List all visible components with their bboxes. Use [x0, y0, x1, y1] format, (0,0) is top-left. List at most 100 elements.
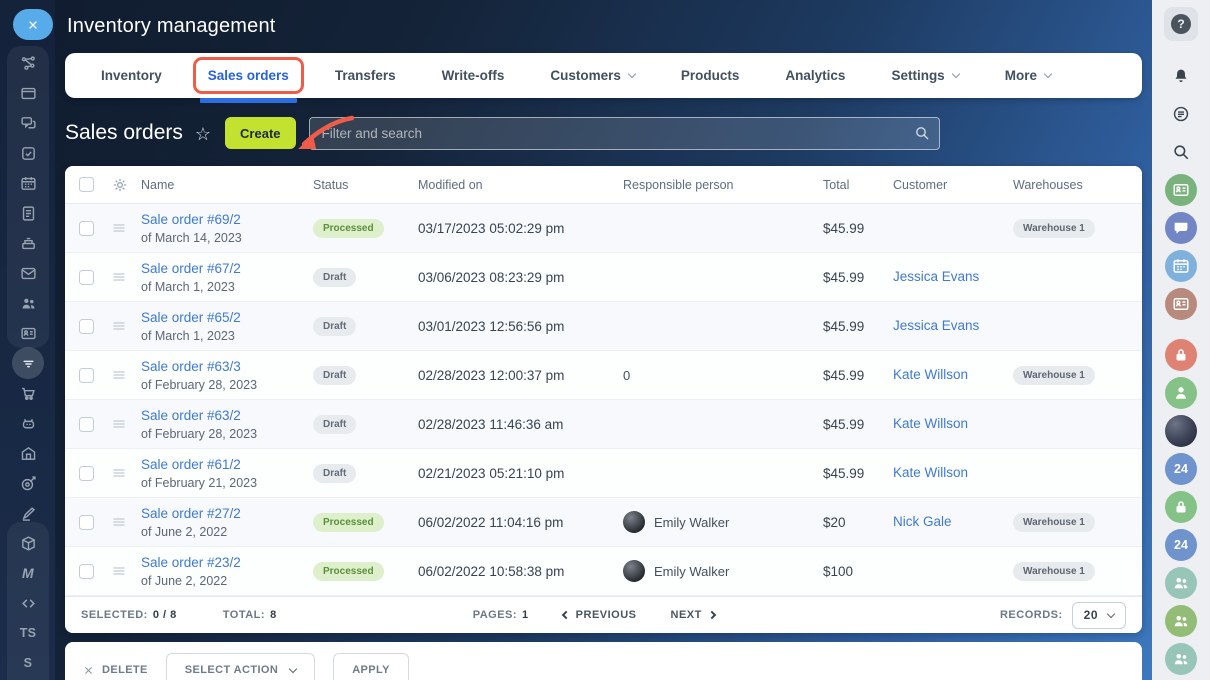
- customer-link[interactable]: Jessica Evans: [893, 318, 979, 333]
- s-module-icon[interactable]: S: [8, 648, 48, 678]
- tab-settings[interactable]: Settings: [891, 53, 958, 98]
- tab-more[interactable]: More: [1005, 53, 1051, 98]
- calendar-widget[interactable]: [1165, 250, 1197, 282]
- panel-close-button[interactable]: [13, 9, 53, 40]
- order-link[interactable]: Sale order #69/2: [141, 212, 241, 227]
- gear-icon[interactable]: [111, 176, 129, 194]
- row-checkbox[interactable]: [79, 417, 94, 432]
- signature-icon[interactable]: [8, 498, 48, 528]
- contact-card-widget[interactable]: [1165, 288, 1197, 320]
- contact-card-widget[interactable]: [1165, 174, 1197, 206]
- lock-widget[interactable]: [1165, 339, 1197, 371]
- tasks-icon[interactable]: [8, 138, 48, 168]
- order-link[interactable]: Sale order #65/2: [141, 310, 241, 325]
- chevron-down-icon: [1044, 70, 1052, 78]
- column-header-warehouses[interactable]: Warehouses: [1013, 178, 1142, 192]
- order-link[interactable]: Sale order #27/2: [141, 506, 241, 521]
- row-checkbox[interactable]: [79, 270, 94, 285]
- help-button[interactable]: ?: [1164, 7, 1198, 41]
- drag-handle-icon[interactable]: [111, 416, 127, 432]
- tab-transfers[interactable]: Transfers: [335, 53, 396, 98]
- column-header-modified-on[interactable]: Modified on: [418, 178, 623, 192]
- group-widget[interactable]: [1165, 567, 1197, 599]
- row-checkbox[interactable]: [79, 564, 94, 579]
- tab-inventory[interactable]: Inventory: [101, 53, 162, 98]
- browser-icon[interactable]: [8, 78, 48, 108]
- column-header-name[interactable]: Name: [141, 178, 313, 192]
- contacts-icon[interactable]: [8, 318, 48, 348]
- automation-icon[interactable]: [8, 408, 48, 438]
- row-checkbox[interactable]: [79, 368, 94, 383]
- drag-handle-icon[interactable]: [111, 367, 127, 383]
- user-widget[interactable]: [1165, 377, 1197, 409]
- badge-24-widget[interactable]: 24: [1165, 453, 1197, 485]
- drag-handle-icon[interactable]: [111, 318, 127, 334]
- group-widget[interactable]: [1165, 605, 1197, 637]
- column-header-total[interactable]: Total: [823, 178, 893, 192]
- drag-handle-icon[interactable]: [111, 465, 127, 481]
- inventory-icon[interactable]: [8, 348, 48, 378]
- row-checkbox[interactable]: [79, 466, 94, 481]
- tab-sales-orders[interactable]: Sales orders: [208, 53, 289, 98]
- network-icon[interactable]: [8, 48, 48, 78]
- drag-handle-icon[interactable]: [111, 514, 127, 530]
- records-select[interactable]: 20: [1072, 602, 1126, 629]
- calendar-icon[interactable]: [8, 168, 48, 198]
- row-checkbox[interactable]: [79, 319, 94, 334]
- warehouse-icon[interactable]: [8, 438, 48, 468]
- ts-module-icon[interactable]: TS: [8, 618, 48, 648]
- user-avatar[interactable]: [1165, 415, 1197, 447]
- chat-icon[interactable]: [8, 108, 48, 138]
- cart-icon[interactable]: [8, 378, 48, 408]
- tab-analytics[interactable]: Analytics: [785, 53, 845, 98]
- column-header-responsible-person[interactable]: Responsible person: [623, 178, 823, 192]
- order-link[interactable]: Sale order #61/2: [141, 457, 241, 472]
- delete-button[interactable]: DELETE: [83, 664, 148, 676]
- tab-write-offs[interactable]: Write-offs: [442, 53, 505, 98]
- drag-handle-icon[interactable]: [111, 563, 127, 579]
- package-icon[interactable]: [8, 528, 48, 558]
- team-icon[interactable]: [8, 288, 48, 318]
- code-icon[interactable]: [8, 588, 48, 618]
- cash-register-icon[interactable]: [8, 228, 48, 258]
- row-checkbox[interactable]: [79, 515, 94, 530]
- feed-icon[interactable]: [1165, 98, 1197, 130]
- m-module-icon[interactable]: M: [8, 558, 48, 588]
- lock-widget[interactable]: [1165, 491, 1197, 523]
- select-action-dropdown[interactable]: SELECT ACTION: [166, 653, 315, 680]
- search-icon: [914, 125, 930, 141]
- order-link[interactable]: Sale order #63/3: [141, 359, 241, 374]
- order-link[interactable]: Sale order #23/2: [141, 555, 241, 570]
- tab-products[interactable]: Products: [681, 53, 740, 98]
- group-widget[interactable]: [1165, 643, 1197, 675]
- customer-link[interactable]: Kate Willson: [893, 465, 968, 480]
- order-link[interactable]: Sale order #63/2: [141, 408, 241, 423]
- next-page-button[interactable]: NEXT: [671, 609, 715, 621]
- apply-button[interactable]: APPLY: [333, 653, 409, 680]
- mail-icon[interactable]: [8, 258, 48, 288]
- select-all-checkbox[interactable]: [79, 177, 94, 192]
- drag-handle-icon[interactable]: [111, 269, 127, 285]
- previous-page-button[interactable]: PREVIOUS: [563, 609, 637, 621]
- customer-link[interactable]: Jessica Evans: [893, 269, 979, 284]
- badge-24-widget-label: 24: [1174, 538, 1188, 552]
- favorite-star-icon[interactable]: ☆: [195, 125, 211, 143]
- drag-handle-icon[interactable]: [111, 220, 127, 236]
- order-link[interactable]: Sale order #67/2: [141, 261, 241, 276]
- notifications-icon[interactable]: [1165, 60, 1197, 92]
- contacts-icon: [20, 325, 37, 342]
- column-header-status[interactable]: Status: [313, 178, 418, 192]
- customer-link[interactable]: Kate Willson: [893, 416, 968, 431]
- badge-24-widget[interactable]: 24: [1165, 529, 1197, 561]
- customer-link[interactable]: Kate Willson: [893, 367, 968, 382]
- document-icon[interactable]: [8, 198, 48, 228]
- create-button[interactable]: Create: [225, 117, 295, 149]
- group-chat-widget[interactable]: [1165, 212, 1197, 244]
- tab-customers[interactable]: Customers: [550, 53, 635, 98]
- row-checkbox[interactable]: [79, 221, 94, 236]
- filter-search-input[interactable]: [309, 117, 940, 150]
- goal-icon[interactable]: [8, 468, 48, 498]
- customer-link[interactable]: Nick Gale: [893, 514, 952, 529]
- column-header-customer[interactable]: Customer: [893, 178, 1013, 192]
- search-icon[interactable]: [1165, 136, 1197, 168]
